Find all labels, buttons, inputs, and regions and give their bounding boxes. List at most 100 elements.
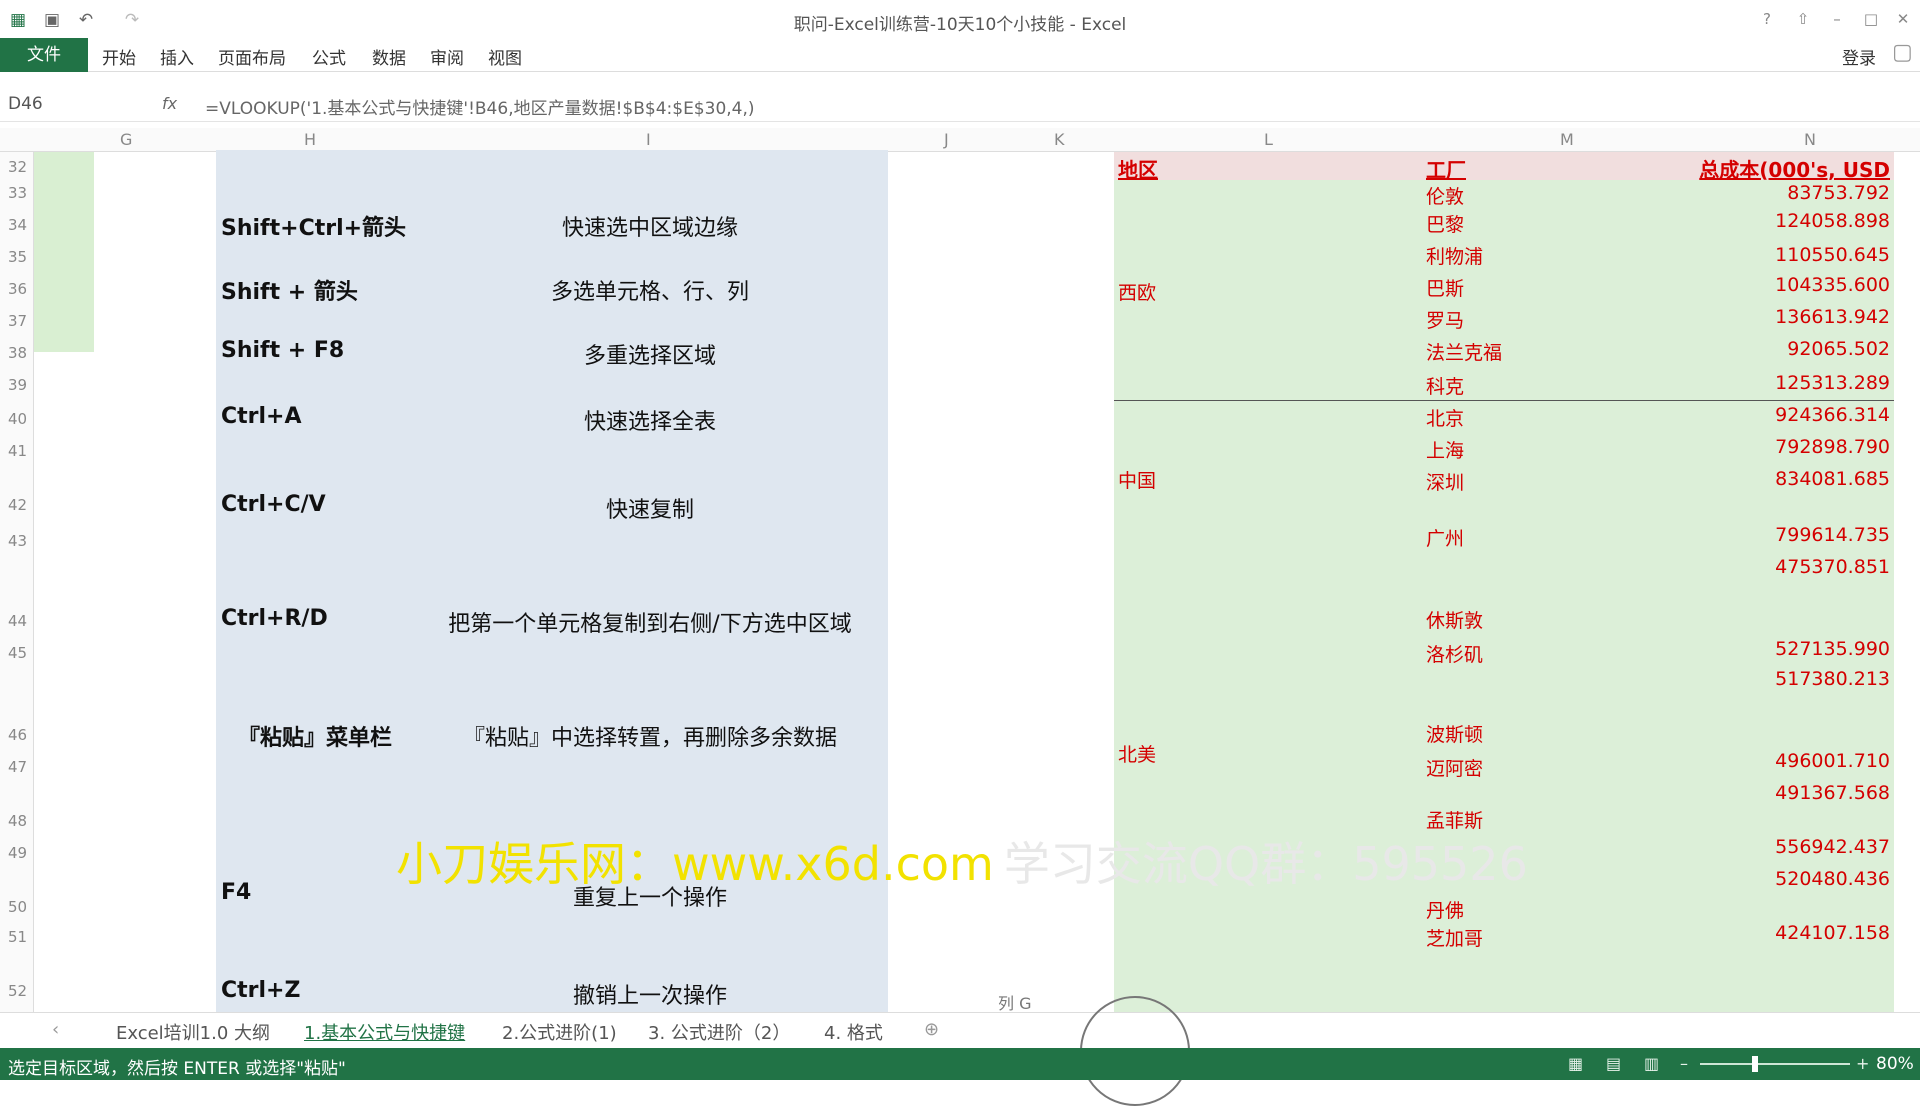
ribbon-options-button[interactable]: ⇧ bbox=[1788, 6, 1818, 32]
tab-home[interactable]: 开始 bbox=[102, 44, 136, 69]
column-n[interactable]: N bbox=[1804, 130, 1816, 149]
row-number[interactable]: 47 bbox=[8, 758, 27, 776]
sheet-tab[interactable]: Excel培训1.0 大纲 bbox=[116, 1019, 270, 1045]
factory-cell[interactable]: 利物浦 bbox=[1426, 242, 1483, 269]
tab-formulas[interactable]: 公式 bbox=[312, 44, 346, 69]
row-number[interactable]: 37 bbox=[8, 312, 27, 330]
column-m[interactable]: M bbox=[1560, 130, 1574, 149]
sheet-tab[interactable]: 2.公式进阶(1) bbox=[502, 1019, 617, 1045]
zoom-slider-handle[interactable] bbox=[1752, 1056, 1758, 1072]
factory-cell[interactable]: 巴斯 bbox=[1426, 274, 1464, 301]
name-box[interactable]: D46 bbox=[8, 94, 43, 114]
shortcut-key[interactable]: Ctrl+Z bbox=[221, 978, 300, 1003]
column-l[interactable]: L bbox=[1264, 130, 1273, 149]
function-icon[interactable]: fx bbox=[162, 94, 177, 113]
factory-cell[interactable]: 丹佛 bbox=[1426, 896, 1464, 923]
shortcut-desc[interactable]: 快速选择全表 bbox=[420, 404, 880, 436]
region-cell[interactable]: 中国 bbox=[1118, 466, 1156, 493]
shortcut-desc[interactable]: 多重选择区域 bbox=[420, 338, 880, 370]
row-number[interactable]: 32 bbox=[8, 158, 27, 176]
shortcut-desc[interactable]: 把第一个单元格复制到右侧/下方选中区域 bbox=[420, 606, 880, 638]
cost-cell[interactable]: 834081.685 bbox=[1690, 468, 1890, 490]
tab-data[interactable]: 数据 bbox=[372, 44, 406, 69]
shortcut-desc[interactable]: 多选单元格、行、列 bbox=[420, 274, 880, 306]
formula-input[interactable]: =VLOOKUP('1.基本公式与快捷键'!B46,地区产量数据!$B$4:$E… bbox=[205, 94, 755, 119]
row-number[interactable]: 39 bbox=[8, 376, 27, 394]
column-k[interactable]: K bbox=[1054, 130, 1065, 149]
column-h[interactable]: H bbox=[304, 130, 316, 149]
column-g[interactable]: G bbox=[120, 130, 132, 149]
login-link[interactable]: 登录 bbox=[1842, 44, 1876, 69]
header-region[interactable]: 地区 bbox=[1118, 154, 1158, 183]
shortcut-key[interactable]: Shift+Ctrl+箭头 bbox=[221, 210, 406, 242]
row-number[interactable]: 45 bbox=[8, 644, 27, 662]
row-number[interactable]: 36 bbox=[8, 280, 27, 298]
cost-cell[interactable]: 792898.790 bbox=[1690, 436, 1890, 458]
factory-cell[interactable]: 上海 bbox=[1426, 436, 1464, 463]
zoom-slider[interactable] bbox=[1700, 1063, 1850, 1065]
maximize-button[interactable]: □ bbox=[1856, 6, 1886, 32]
sheet-tab[interactable]: 3. 公式进阶（2） bbox=[648, 1019, 790, 1045]
shortcut-key[interactable]: Shift + 箭头 bbox=[221, 274, 358, 306]
tab-page-layout[interactable]: 页面布局 bbox=[218, 44, 286, 69]
column-j[interactable]: J bbox=[944, 130, 949, 149]
shortcut-key[interactable]: Ctrl+A bbox=[221, 404, 302, 429]
factory-cell[interactable]: 法兰克福 bbox=[1426, 338, 1502, 365]
row-number[interactable]: 35 bbox=[8, 248, 27, 266]
zoom-in-icon[interactable]: + bbox=[1856, 1054, 1869, 1073]
page-break-view-icon[interactable]: ▥ bbox=[1644, 1054, 1659, 1073]
scroll-tabs-icon[interactable]: ‹ bbox=[52, 1019, 59, 1040]
cost-cell[interactable]: 527135.990 bbox=[1690, 638, 1890, 660]
factory-cell[interactable]: 罗马 bbox=[1426, 306, 1464, 333]
normal-view-icon[interactable]: ▦ bbox=[1568, 1054, 1583, 1073]
shortcut-key[interactable]: Ctrl+C/V bbox=[221, 492, 326, 517]
row-number[interactable]: 49 bbox=[8, 844, 27, 862]
factory-cell[interactable]: 洛杉矶 bbox=[1426, 640, 1483, 667]
help-button[interactable]: ? bbox=[1752, 6, 1782, 32]
factory-cell[interactable]: 迈阿密 bbox=[1426, 754, 1483, 781]
header-cost[interactable]: 总成本(000's, USD bbox=[1690, 154, 1890, 183]
shortcut-desc[interactable]: 『粘贴』中选择转置，再删除多余数据 bbox=[420, 720, 880, 752]
sheet-tab[interactable]: 4. 格式 bbox=[824, 1019, 883, 1045]
cost-cell[interactable]: 924366.314 bbox=[1690, 404, 1890, 426]
cost-cell[interactable]: 125313.289 bbox=[1690, 372, 1890, 394]
region-cell[interactable]: 北美 bbox=[1118, 740, 1156, 767]
minimize-button[interactable]: – bbox=[1822, 6, 1852, 32]
cost-cell[interactable]: 496001.710 bbox=[1690, 750, 1890, 772]
factory-cell[interactable]: 波斯顿 bbox=[1426, 720, 1483, 747]
row-number[interactable]: 43 bbox=[8, 532, 27, 550]
region-cell[interactable]: 西欧 bbox=[1118, 278, 1156, 305]
cost-cell[interactable]: 799614.735 bbox=[1690, 524, 1890, 546]
factory-cell[interactable]: 科克 bbox=[1426, 372, 1464, 399]
factory-cell[interactable]: 深圳 bbox=[1426, 468, 1464, 495]
row-number[interactable]: 52 bbox=[8, 982, 27, 1000]
factory-cell[interactable]: 广州 bbox=[1426, 524, 1464, 551]
cost-cell[interactable]: 517380.213 bbox=[1690, 668, 1890, 690]
cost-cell[interactable]: 475370.851 bbox=[1690, 556, 1890, 578]
cost-cell[interactable]: 556942.437 bbox=[1690, 836, 1890, 858]
tab-review[interactable]: 审阅 bbox=[430, 44, 464, 69]
cost-cell[interactable]: 104335.600 bbox=[1690, 274, 1890, 296]
row-number[interactable]: 33 bbox=[8, 184, 27, 202]
cost-cell[interactable]: 124058.898 bbox=[1690, 210, 1890, 232]
factory-cell[interactable]: 伦敦 bbox=[1426, 182, 1464, 209]
tab-view[interactable]: 视图 bbox=[488, 44, 522, 69]
row-number[interactable]: 40 bbox=[8, 410, 27, 428]
tab-insert[interactable]: 插入 bbox=[160, 44, 194, 69]
row-number[interactable]: 42 bbox=[8, 496, 27, 514]
row-number[interactable]: 48 bbox=[8, 812, 27, 830]
cost-cell[interactable]: 136613.942 bbox=[1690, 306, 1890, 328]
cost-cell[interactable]: 92065.502 bbox=[1690, 338, 1890, 360]
cost-cell[interactable]: 83753.792 bbox=[1690, 182, 1890, 204]
user-avatar-icon[interactable]: ▢ bbox=[1892, 40, 1913, 65]
row-number[interactable]: 46 bbox=[8, 726, 27, 744]
cost-cell[interactable]: 520480.436 bbox=[1690, 868, 1890, 890]
header-factory[interactable]: 工厂 bbox=[1426, 154, 1466, 183]
factory-cell[interactable]: 巴黎 bbox=[1426, 210, 1464, 237]
file-tab[interactable]: 文件 bbox=[0, 38, 88, 72]
shortcut-desc[interactable]: 快速选中区域边缘 bbox=[420, 210, 880, 242]
row-number[interactable]: 34 bbox=[8, 216, 27, 234]
shortcut-key[interactable]: Ctrl+R/D bbox=[221, 606, 328, 631]
zoom-level[interactable]: 80% bbox=[1876, 1054, 1914, 1074]
row-number[interactable]: 50 bbox=[8, 898, 27, 916]
